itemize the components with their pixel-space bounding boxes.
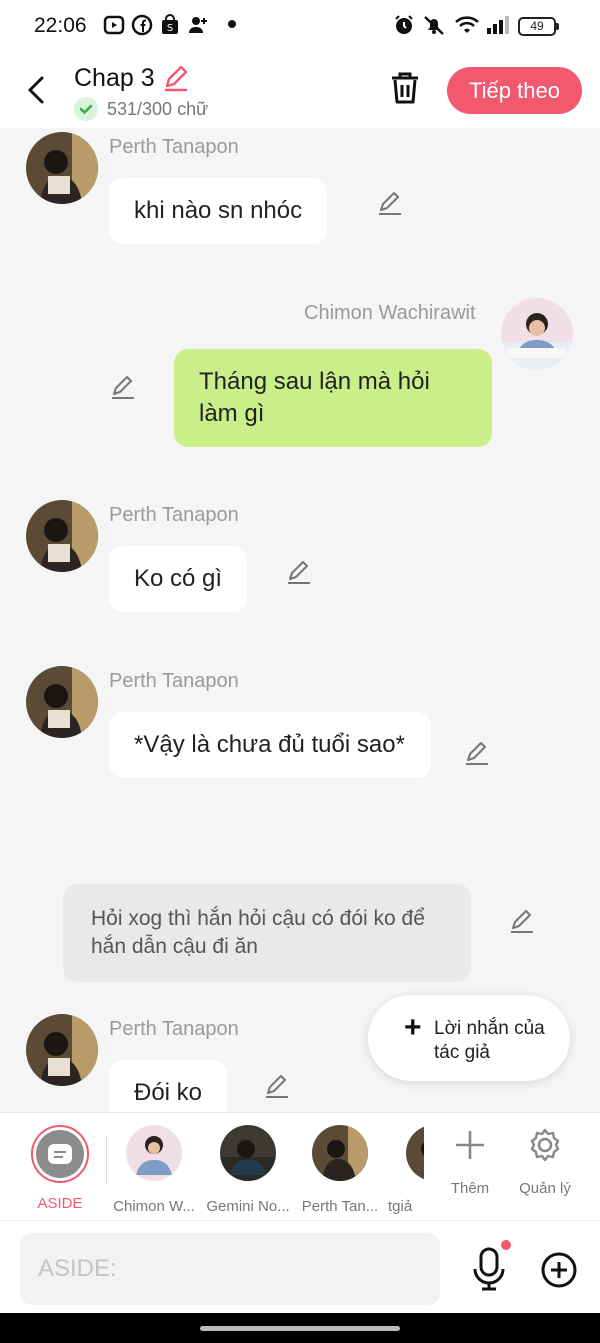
character-chimon[interactable]: Chimon W... bbox=[107, 1125, 201, 1215]
message-bubble[interactable]: Ko có gì bbox=[109, 546, 248, 612]
next-button[interactable]: Tiếp theo bbox=[447, 67, 582, 114]
character-name: Gemini No... bbox=[206, 1198, 290, 1215]
aside-narration[interactable]: Hỏi xog thì hắn hỏi cậu có đói ko để hắn… bbox=[63, 884, 471, 982]
edit-message-icon[interactable] bbox=[509, 908, 535, 934]
plus-icon: + bbox=[404, 1011, 422, 1044]
message-bubble[interactable]: Đói ko bbox=[109, 1060, 228, 1112]
battery-indicator: 49 bbox=[518, 17, 559, 36]
status-bar: 22:06 S 49 bbox=[0, 0, 600, 54]
manage-label: Quản lý bbox=[519, 1180, 571, 1197]
check-icon bbox=[74, 97, 98, 121]
message-bubble[interactable]: khi nào sn nhóc bbox=[109, 178, 328, 244]
signal-icon bbox=[487, 16, 509, 34]
avatar-perth[interactable] bbox=[26, 1014, 98, 1086]
character-name: tgiả bbox=[388, 1198, 413, 1215]
facebook-icon bbox=[131, 14, 153, 36]
gear-icon bbox=[530, 1128, 560, 1162]
message-bubble[interactable]: *Vậy là chưa đủ tuổi sao* bbox=[109, 712, 431, 778]
author-note-button[interactable]: + Lời nhắn của tác giả bbox=[368, 995, 570, 1081]
character-name: ASIDE bbox=[37, 1195, 83, 1212]
character-bar: ASIDE Chimon W... Gemini No... Perth Tan… bbox=[0, 1112, 600, 1220]
edit-title-icon[interactable] bbox=[162, 64, 190, 92]
character-aside[interactable]: ASIDE bbox=[13, 1125, 107, 1212]
system-nav-bar bbox=[0, 1313, 600, 1343]
character-gemini[interactable]: Gemini No... bbox=[201, 1125, 295, 1215]
author-note-label: Lời nhắn của tác giả bbox=[434, 1018, 545, 1063]
avatar-perth[interactable] bbox=[26, 666, 98, 738]
character-author[interactable]: tgiả bbox=[388, 1125, 424, 1215]
alarm-icon bbox=[395, 15, 413, 34]
edit-message-icon[interactable] bbox=[264, 1073, 290, 1099]
avatar-perth[interactable] bbox=[26, 500, 98, 572]
message-input[interactable] bbox=[20, 1233, 440, 1305]
wifi-icon bbox=[455, 16, 479, 33]
top-app-bar: Chap 3 531/300 chữ Tiếp theo bbox=[0, 54, 600, 128]
sender-name: Perth Tanapon bbox=[109, 504, 239, 526]
sender-name: Perth Tanapon bbox=[109, 670, 239, 692]
add-label: Thêm bbox=[450, 1180, 490, 1197]
avatar-gemini bbox=[220, 1125, 276, 1181]
mute-icon bbox=[424, 16, 444, 35]
chapter-title: Chap 3 bbox=[74, 64, 155, 92]
edit-message-icon[interactable] bbox=[377, 190, 403, 216]
edit-message-icon[interactable] bbox=[110, 374, 136, 400]
chat-area[interactable]: Perth Tanapon khi nào sn nhóc Chimon Wac… bbox=[0, 128, 600, 1112]
avatar-author bbox=[406, 1125, 424, 1181]
recording-dot bbox=[501, 1240, 511, 1250]
edit-message-icon[interactable] bbox=[286, 559, 312, 585]
avatar-chimon bbox=[126, 1125, 182, 1181]
shopping-bag-icon: S bbox=[162, 14, 178, 34]
avatar-chimon[interactable] bbox=[501, 298, 573, 370]
svg-text:S: S bbox=[167, 23, 173, 34]
character-name: Chimon W... bbox=[113, 1198, 195, 1215]
sender-name: Chimon Wachirawit bbox=[304, 302, 476, 324]
character-perth[interactable]: Perth Tan... bbox=[293, 1125, 387, 1215]
message-bubble-me[interactable]: Tháng sau lận mà hỏi làm gì bbox=[174, 349, 492, 447]
back-button[interactable] bbox=[22, 72, 52, 108]
sender-name: Perth Tanapon bbox=[109, 136, 239, 158]
character-name: Perth Tan... bbox=[301, 1198, 379, 1215]
avatar-perth bbox=[312, 1125, 368, 1181]
manage-button[interactable]: Quản lý bbox=[510, 1127, 580, 1197]
delete-button[interactable] bbox=[388, 70, 422, 106]
microphone-icon[interactable] bbox=[470, 1247, 508, 1291]
word-count: 531/300 chữ bbox=[107, 99, 209, 119]
add-contact-icon bbox=[189, 17, 207, 33]
media-app-icon bbox=[103, 15, 125, 35]
compose-bar bbox=[0, 1220, 600, 1313]
add-circle-icon[interactable] bbox=[540, 1251, 578, 1289]
add-character-button[interactable]: Thêm bbox=[435, 1127, 505, 1197]
edit-message-icon[interactable] bbox=[464, 740, 490, 766]
home-indicator[interactable] bbox=[200, 1326, 400, 1331]
status-time: 22:06 bbox=[34, 14, 87, 37]
chat-bubble-icon bbox=[48, 1144, 72, 1164]
more-notifications-dot bbox=[228, 20, 236, 28]
sender-name: Perth Tanapon bbox=[109, 1018, 239, 1040]
plus-icon bbox=[456, 1131, 484, 1159]
avatar-perth[interactable] bbox=[26, 132, 98, 204]
